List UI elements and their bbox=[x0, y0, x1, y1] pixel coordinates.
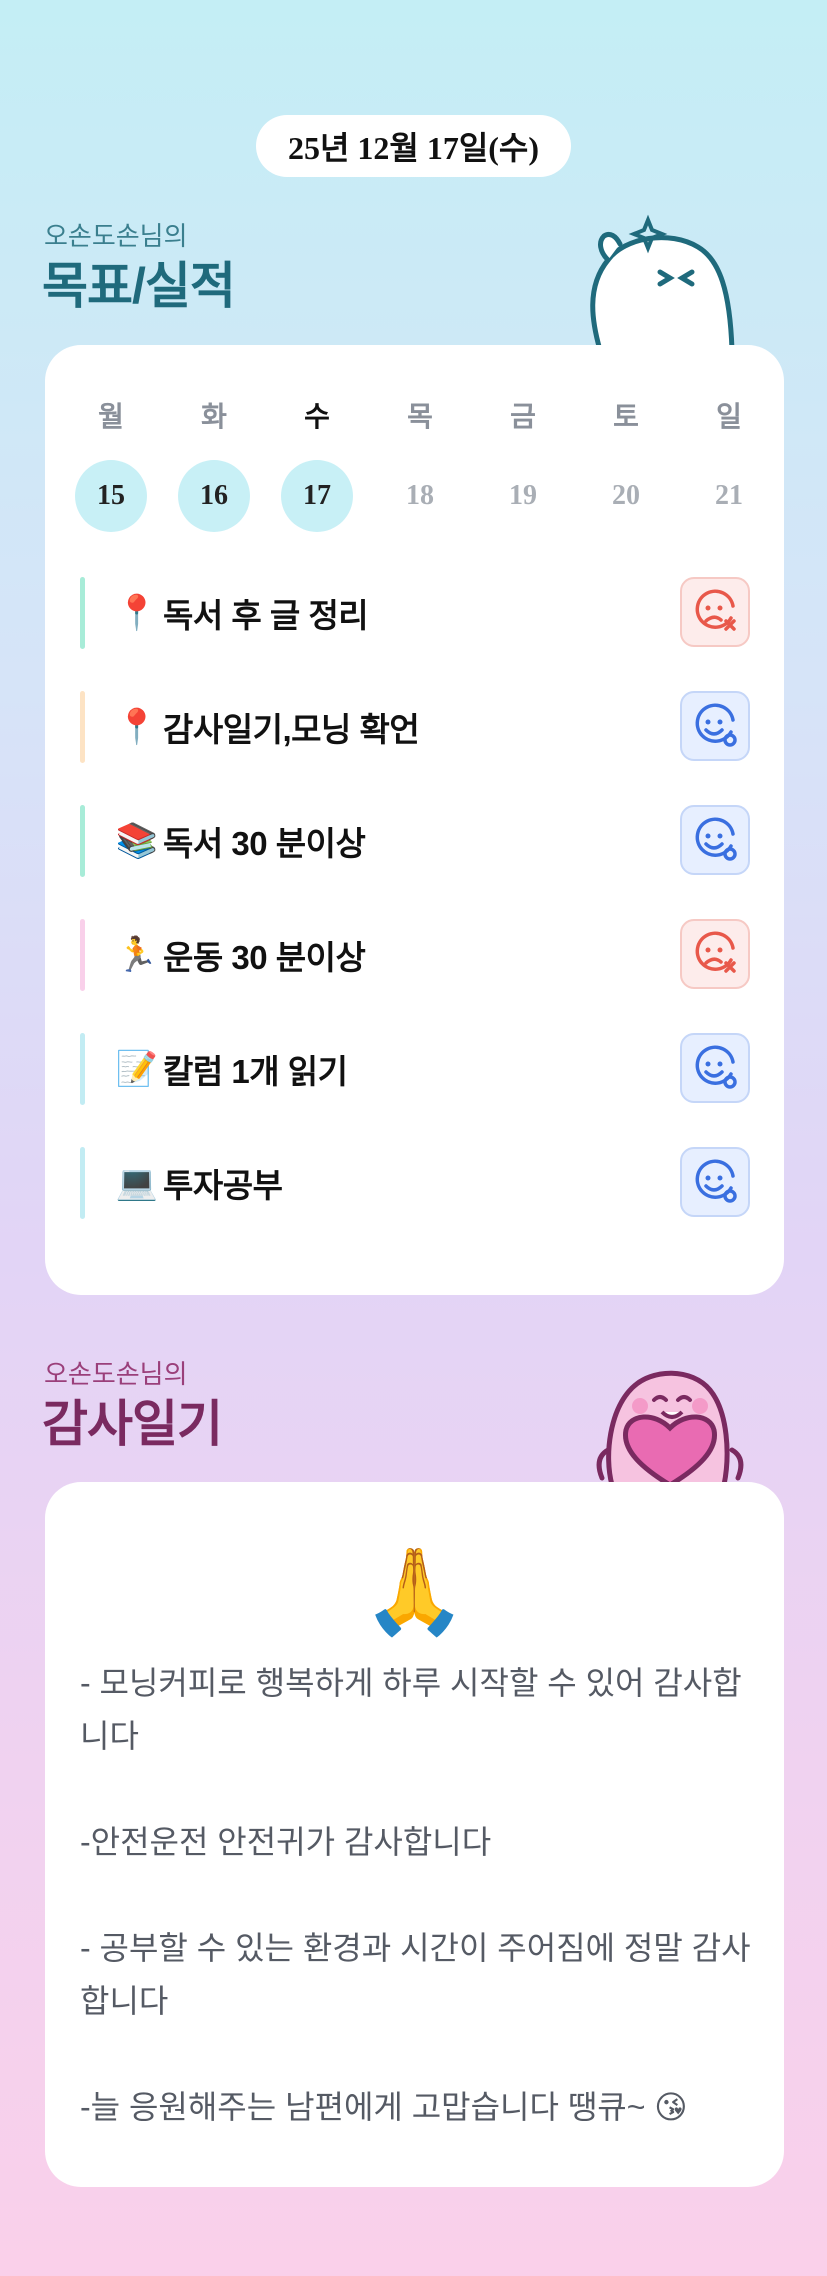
goal-status-done[interactable] bbox=[680, 805, 750, 875]
goal-row: 💻 투자공부 bbox=[80, 1147, 750, 1219]
pin-emoji: 📍 bbox=[115, 708, 159, 746]
weekday-label: 금 bbox=[510, 401, 536, 432]
gratitude-title: 감사일기 bbox=[42, 1396, 223, 1452]
ghost-mascot-icon bbox=[590, 214, 735, 350]
day-18[interactable]: 18 bbox=[384, 460, 456, 532]
goal-text: 독서 30 분이상 bbox=[163, 825, 366, 862]
smile-face-check-icon bbox=[695, 817, 737, 861]
goals-title: 목표/실적 bbox=[42, 258, 236, 314]
books-emoji: 📚 bbox=[115, 822, 159, 860]
goal-text: 칼럼 1개 읽기 bbox=[163, 1053, 348, 1090]
day-21[interactable]: 21 bbox=[693, 460, 765, 532]
goal-status-done[interactable] bbox=[680, 691, 750, 761]
goal-row: 📚 독서 30 분이상 bbox=[80, 805, 750, 877]
goals-card: 월 화 수 목 금 토 일 15 16 17 18 19 20 21 📍 독서 … bbox=[45, 345, 784, 1295]
gratitude-text: - 모닝커피로 행복하게 하루 시작할 수 있어 감사합니다 -안전운전 안전귀… bbox=[80, 1665, 751, 2125]
goal-color-bar bbox=[80, 1033, 85, 1105]
pin-emoji: 📍 bbox=[115, 594, 159, 632]
goal-color-bar bbox=[80, 691, 85, 763]
goal-text: 독서 후 글 정리 bbox=[163, 597, 369, 634]
date-row: 15 16 17 18 19 20 21 bbox=[75, 460, 765, 532]
day-19[interactable]: 19 bbox=[487, 460, 559, 532]
sad-face-x-icon bbox=[695, 589, 736, 631]
goal-text: 운동 30 분이상 bbox=[163, 939, 366, 976]
weekday-row: 월 화 수 목 금 토 일 bbox=[75, 395, 765, 435]
goal-text: 감사일기,모닝 확언 bbox=[163, 711, 420, 748]
day-16[interactable]: 16 bbox=[178, 460, 250, 532]
memo-emoji: 📝 bbox=[115, 1050, 159, 1088]
weekday-label-today: 수 bbox=[304, 401, 330, 432]
smile-face-check-icon bbox=[695, 703, 737, 747]
gratitude-card: 🙏 - 모닝커피로 행복하게 하루 시작할 수 있어 감사합니다 -안전운전 안… bbox=[45, 1482, 784, 2187]
smile-face-check-icon bbox=[695, 1159, 737, 1203]
day-17[interactable]: 17 bbox=[281, 460, 353, 532]
goal-color-bar bbox=[80, 577, 85, 649]
goal-status-done[interactable] bbox=[680, 1147, 750, 1217]
day-20[interactable]: 20 bbox=[590, 460, 662, 532]
weekday-label: 토 bbox=[613, 401, 639, 432]
weekday-label: 일 bbox=[716, 401, 742, 432]
goal-text: 투자공부 bbox=[163, 1167, 283, 1204]
goal-row: 📍 감사일기,모닝 확언 bbox=[80, 691, 750, 763]
weekday-label: 화 bbox=[201, 401, 227, 432]
heart-mascot-icon bbox=[596, 1370, 744, 1485]
day-15[interactable]: 15 bbox=[75, 460, 147, 532]
goal-row: 📝 칼럼 1개 읽기 bbox=[80, 1033, 750, 1105]
goal-color-bar bbox=[80, 919, 85, 991]
weekday-label: 월 bbox=[98, 401, 124, 432]
goal-color-bar bbox=[80, 805, 85, 877]
praying-hands-emoji: 🙏 bbox=[362, 1544, 467, 1638]
smile-face-check-icon bbox=[695, 1045, 737, 1089]
goal-status-fail[interactable] bbox=[680, 577, 750, 647]
date-pill: 25년 12월 17일(수) bbox=[256, 115, 571, 177]
goal-row: 📍 독서 후 글 정리 bbox=[80, 577, 750, 649]
goal-color-bar bbox=[80, 1147, 85, 1219]
goal-status-fail[interactable] bbox=[680, 919, 750, 989]
sad-face-x-icon bbox=[695, 931, 736, 973]
runner-emoji: 🏃 bbox=[115, 936, 159, 974]
goal-status-done[interactable] bbox=[680, 1033, 750, 1103]
laptop-emoji: 💻 bbox=[115, 1164, 159, 1202]
goal-row: 🏃 운동 30 분이상 bbox=[80, 919, 750, 991]
weekday-label: 목 bbox=[407, 401, 433, 432]
